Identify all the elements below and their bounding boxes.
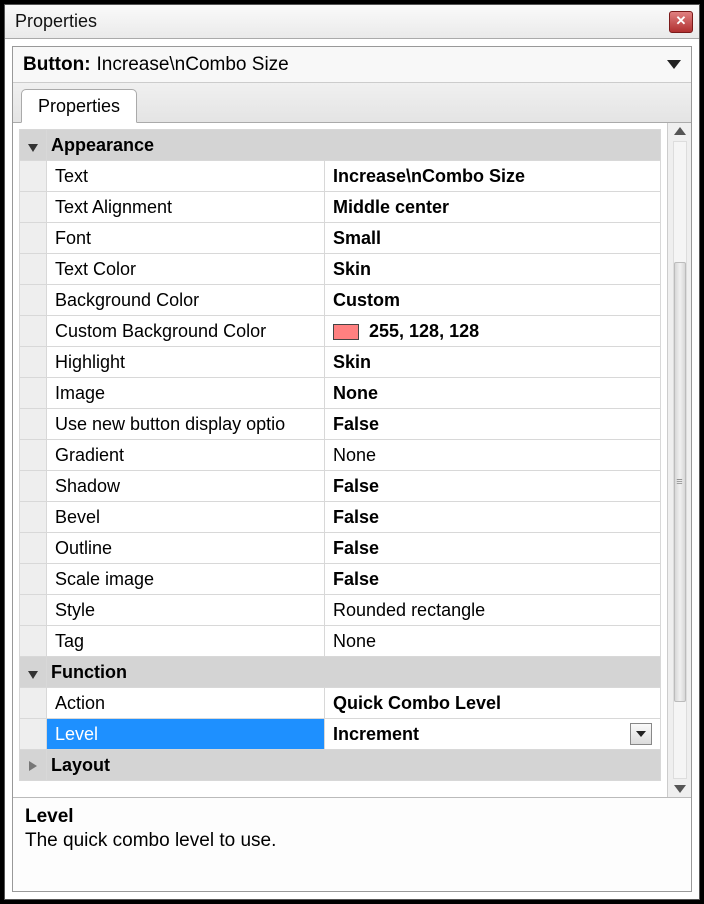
property-value[interactable]: Skin bbox=[325, 254, 661, 285]
property-value[interactable]: None bbox=[325, 440, 661, 471]
property-row[interactable]: HighlightSkin bbox=[20, 347, 661, 378]
category-row[interactable]: Layout bbox=[20, 750, 661, 781]
scroll-track[interactable] bbox=[673, 141, 687, 779]
property-name: Bevel bbox=[47, 502, 325, 533]
scroll-thumb[interactable] bbox=[674, 262, 686, 702]
property-value[interactable]: False bbox=[325, 533, 661, 564]
property-name: Style bbox=[47, 595, 325, 626]
tab-properties[interactable]: Properties bbox=[21, 89, 137, 123]
category-label: Appearance bbox=[47, 130, 661, 161]
collapse-icon[interactable] bbox=[28, 671, 38, 679]
property-row[interactable]: ImageNone bbox=[20, 378, 661, 409]
property-name: Custom Background Color bbox=[47, 316, 325, 347]
property-value[interactable]: False bbox=[325, 471, 661, 502]
property-value[interactable]: Small bbox=[325, 223, 661, 254]
property-row[interactable]: Text AlignmentMiddle center bbox=[20, 192, 661, 223]
property-value[interactable]: 255, 128, 128 bbox=[325, 316, 661, 347]
property-name: Highlight bbox=[47, 347, 325, 378]
chevron-down-icon bbox=[636, 731, 646, 737]
property-name: Shadow bbox=[47, 471, 325, 502]
color-swatch bbox=[333, 324, 359, 340]
property-value[interactable]: False bbox=[325, 564, 661, 595]
collapse-icon[interactable] bbox=[28, 144, 38, 152]
property-row[interactable]: Text ColorSkin bbox=[20, 254, 661, 285]
property-row[interactable]: TextIncrease\nCombo Size bbox=[20, 161, 661, 192]
window-title: Properties bbox=[15, 11, 669, 32]
property-grid: AppearanceTextIncrease\nCombo SizeText A… bbox=[13, 123, 667, 797]
property-row[interactable]: Use new button display optioFalse bbox=[20, 409, 661, 440]
property-name: Gradient bbox=[47, 440, 325, 471]
dropdown-button[interactable] bbox=[630, 723, 652, 745]
description-title: Level bbox=[25, 806, 679, 828]
property-value[interactable]: Quick Combo Level bbox=[325, 688, 661, 719]
property-value[interactable]: None bbox=[325, 378, 661, 409]
property-name: Text bbox=[47, 161, 325, 192]
property-value[interactable]: Custom bbox=[325, 285, 661, 316]
property-row[interactable]: OutlineFalse bbox=[20, 533, 661, 564]
property-name: Scale image bbox=[47, 564, 325, 595]
object-header[interactable]: Button: Increase\nCombo Size bbox=[13, 47, 691, 83]
property-name: Outline bbox=[47, 533, 325, 564]
property-value[interactable]: Middle center bbox=[325, 192, 661, 223]
property-row[interactable]: BevelFalse bbox=[20, 502, 661, 533]
object-header-value: Increase\nCombo Size bbox=[97, 54, 289, 76]
property-name: Image bbox=[47, 378, 325, 409]
scrollbar[interactable] bbox=[667, 123, 691, 797]
category-row[interactable]: Function bbox=[20, 657, 661, 688]
category-label: Function bbox=[47, 657, 661, 688]
object-header-label: Button: bbox=[23, 54, 91, 76]
description-text: The quick combo level to use. bbox=[25, 830, 679, 852]
description-pane: Level The quick combo level to use. bbox=[13, 797, 691, 891]
properties-window: Properties ✕ Button: Increase\nCombo Siz… bbox=[4, 4, 700, 900]
property-name: Tag bbox=[47, 626, 325, 657]
property-value[interactable]: Increment bbox=[325, 719, 661, 750]
property-name: Use new button display optio bbox=[47, 409, 325, 440]
property-value[interactable]: Increase\nCombo Size bbox=[325, 161, 661, 192]
scroll-up-icon[interactable] bbox=[674, 127, 686, 135]
expand-icon[interactable] bbox=[29, 761, 37, 771]
property-value[interactable]: Skin bbox=[325, 347, 661, 378]
property-row[interactable]: TagNone bbox=[20, 626, 661, 657]
property-name: Text Color bbox=[47, 254, 325, 285]
scroll-down-icon[interactable] bbox=[674, 785, 686, 793]
property-name: Level bbox=[47, 719, 325, 750]
property-row[interactable]: GradientNone bbox=[20, 440, 661, 471]
property-row[interactable]: LevelIncrement bbox=[20, 719, 661, 750]
property-row[interactable]: FontSmall bbox=[20, 223, 661, 254]
category-label: Layout bbox=[47, 750, 661, 781]
property-row[interactable]: Scale imageFalse bbox=[20, 564, 661, 595]
property-value[interactable]: False bbox=[325, 502, 661, 533]
close-icon[interactable]: ✕ bbox=[669, 11, 693, 33]
category-row[interactable]: Appearance bbox=[20, 130, 661, 161]
property-name: Text Alignment bbox=[47, 192, 325, 223]
property-value[interactable]: None bbox=[325, 626, 661, 657]
titlebar[interactable]: Properties ✕ bbox=[5, 5, 699, 39]
tab-strip: Properties bbox=[13, 83, 691, 123]
property-row[interactable]: ShadowFalse bbox=[20, 471, 661, 502]
property-name: Background Color bbox=[47, 285, 325, 316]
object-dropdown-icon[interactable] bbox=[667, 60, 681, 69]
property-row[interactable]: Custom Background Color255, 128, 128 bbox=[20, 316, 661, 347]
property-name: Action bbox=[47, 688, 325, 719]
property-row[interactable]: ActionQuick Combo Level bbox=[20, 688, 661, 719]
property-row[interactable]: StyleRounded rectangle bbox=[20, 595, 661, 626]
property-value[interactable]: Rounded rectangle bbox=[325, 595, 661, 626]
property-row[interactable]: Background ColorCustom bbox=[20, 285, 661, 316]
property-name: Font bbox=[47, 223, 325, 254]
property-value[interactable]: False bbox=[325, 409, 661, 440]
